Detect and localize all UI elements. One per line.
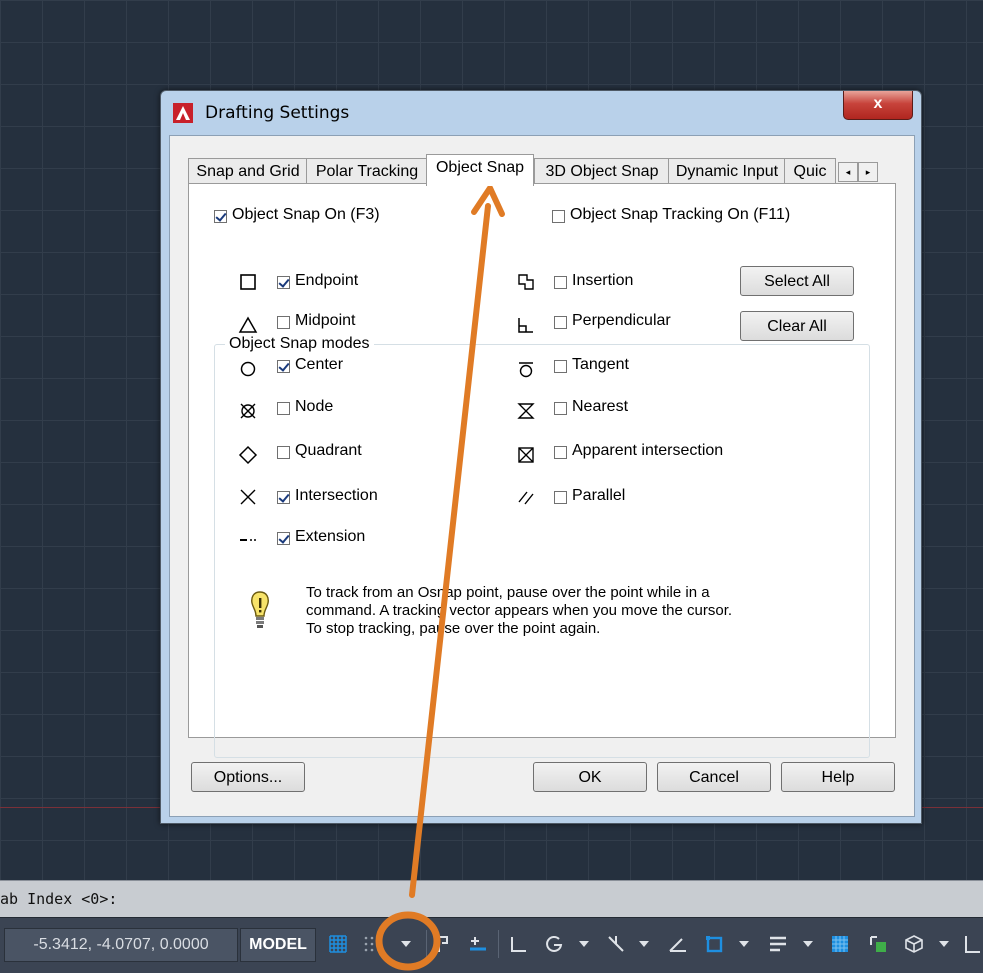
midpoint-checkbox[interactable] xyxy=(277,316,290,329)
center-label[interactable]: Center xyxy=(295,356,343,374)
ok-button[interactable]: OK xyxy=(533,762,647,792)
grid-display-icon[interactable] xyxy=(324,928,352,960)
model-space-button[interactable]: MODEL xyxy=(240,928,316,962)
extension-checkbox[interactable] xyxy=(277,532,290,545)
object-snap-tracking-icon[interactable] xyxy=(664,928,692,960)
endpoint-label[interactable]: Endpoint xyxy=(295,272,358,290)
status-bar: -5.3412, -4.0707, 0.0000 MODEL xyxy=(0,917,983,973)
object-snap-on-label[interactable]: Object Snap On (F3) xyxy=(232,206,380,224)
intersection-symbol-icon xyxy=(240,489,256,505)
insertion-checkbox[interactable] xyxy=(554,276,567,289)
hint-line-1: To track from an Osnap point, pause over… xyxy=(306,584,710,601)
cancel-button[interactable]: Cancel xyxy=(657,762,771,792)
apparent-intersection-label[interactable]: Apparent intersection xyxy=(572,442,723,460)
node-checkbox[interactable] xyxy=(277,402,290,415)
help-button[interactable]: Help xyxy=(781,762,895,792)
dialog-titlebar[interactable]: Drafting Settings x xyxy=(161,91,921,135)
infer-constraints-icon[interactable] xyxy=(430,928,458,960)
coordinates-readout[interactable]: -5.3412, -4.0707, 0.0000 xyxy=(4,928,238,962)
center-symbol-icon xyxy=(240,361,256,377)
node-label[interactable]: Node xyxy=(295,398,333,416)
parallel-checkbox[interactable] xyxy=(554,491,567,504)
object-snap-tracking-checkbox[interactable] xyxy=(552,210,565,223)
osnap-dropdown-chevron-down-icon[interactable] xyxy=(730,928,758,960)
tangent-symbol-icon xyxy=(519,362,533,378)
polar-tracking-icon[interactable] xyxy=(540,928,568,960)
quadrant-label[interactable]: Quadrant xyxy=(295,442,362,460)
center-checkbox[interactable] xyxy=(277,360,290,373)
quadrant-checkbox[interactable] xyxy=(277,446,290,459)
lineweight-icon[interactable] xyxy=(764,928,792,960)
dialog-client-area: Snap and Grid Polar Tracking Object Snap… xyxy=(169,135,915,817)
tab-scroll-right-icon[interactable]: ▸ xyxy=(858,162,878,182)
nearest-symbol-icon xyxy=(517,403,535,419)
object-snap-icon[interactable] xyxy=(700,928,728,960)
midpoint-symbol-icon xyxy=(238,316,258,333)
lightbulb-icon xyxy=(251,591,269,628)
isodraft-icon[interactable] xyxy=(602,928,630,960)
options-button[interactable]: Options... xyxy=(191,762,305,792)
perpendicular-label[interactable]: Perpendicular xyxy=(572,312,671,330)
perpendicular-checkbox[interactable] xyxy=(554,316,567,329)
select-all-button[interactable]: Select All xyxy=(740,266,854,296)
hint-line-3: To stop tracking, pause over the point a… xyxy=(306,620,601,637)
object-snap-on-checkbox[interactable] xyxy=(214,210,227,223)
selection-cycling-icon[interactable] xyxy=(864,928,892,960)
tangent-checkbox[interactable] xyxy=(554,360,567,373)
tab-polar-tracking[interactable]: Polar Tracking xyxy=(306,158,428,185)
perpendicular-symbol-icon xyxy=(518,318,533,333)
insertion-symbol-icon xyxy=(518,274,534,290)
dynamic-input-icon[interactable] xyxy=(464,928,492,960)
extension-label[interactable]: Extension xyxy=(295,528,365,546)
parallel-label[interactable]: Parallel xyxy=(572,487,625,505)
snap-mode-icon[interactable] xyxy=(358,928,386,960)
nearest-checkbox[interactable] xyxy=(554,402,567,415)
object-snap-modes-title: Object Snap modes xyxy=(225,335,374,353)
node-symbol-icon xyxy=(240,403,256,419)
quadrant-symbol-icon xyxy=(238,445,258,465)
lineweight-dropdown-chevron-down-icon[interactable] xyxy=(794,928,822,960)
tab-quick-properties[interactable]: Quic xyxy=(784,158,836,185)
object-snap-tracking-label[interactable]: Object Snap Tracking On (F11) xyxy=(570,206,790,224)
apparent-intersection-checkbox[interactable] xyxy=(554,446,567,459)
apparent-intersection-symbol-icon xyxy=(518,447,534,463)
ucs-icon[interactable] xyxy=(958,928,983,960)
command-line[interactable]: ab Index <0>: xyxy=(0,880,983,917)
autocad-logo-icon xyxy=(173,103,193,123)
dialog-title: Drafting Settings xyxy=(205,103,350,123)
nearest-label[interactable]: Nearest xyxy=(572,398,628,416)
tab-3d-object-snap[interactable]: 3D Object Snap xyxy=(534,158,670,185)
drafting-settings-dialog: Drafting Settings x Snap and Grid Polar … xyxy=(160,90,922,824)
isodraft-dropdown-chevron-down-icon[interactable] xyxy=(630,928,658,960)
insertion-label[interactable]: Insertion xyxy=(572,272,633,290)
3d-object-snap-icon[interactable] xyxy=(900,928,928,960)
tab-object-snap[interactable]: Object Snap xyxy=(426,154,534,186)
snap-dropdown-chevron-down-icon[interactable] xyxy=(392,928,420,960)
tab-snap-and-grid[interactable]: Snap and Grid xyxy=(188,158,308,185)
tangent-label[interactable]: Tangent xyxy=(572,356,629,374)
extension-symbol-icon xyxy=(240,539,256,541)
intersection-checkbox[interactable] xyxy=(277,491,290,504)
hint-line-2: command. A tracking vector appears when … xyxy=(306,602,733,619)
tab-dynamic-input[interactable]: Dynamic Input xyxy=(668,158,786,185)
endpoint-symbol-icon xyxy=(240,274,256,290)
midpoint-label[interactable]: Midpoint xyxy=(295,312,355,330)
clear-all-button[interactable]: Clear All xyxy=(740,311,854,341)
ortho-mode-icon[interactable] xyxy=(504,928,532,960)
object-snap-panel: Object Snap On (F3) Object Snap Tracking… xyxy=(188,183,896,758)
3d-osnap-dropdown-chevron-down-icon[interactable] xyxy=(930,928,958,960)
parallel-symbol-icon xyxy=(518,491,534,505)
intersection-label[interactable]: Intersection xyxy=(295,487,378,505)
transparency-icon[interactable] xyxy=(826,928,854,960)
polar-dropdown-chevron-down-icon[interactable] xyxy=(570,928,598,960)
endpoint-checkbox[interactable] xyxy=(277,276,290,289)
close-button[interactable]: x xyxy=(843,91,913,120)
tab-scroll-left-icon[interactable]: ◂ xyxy=(838,162,858,182)
